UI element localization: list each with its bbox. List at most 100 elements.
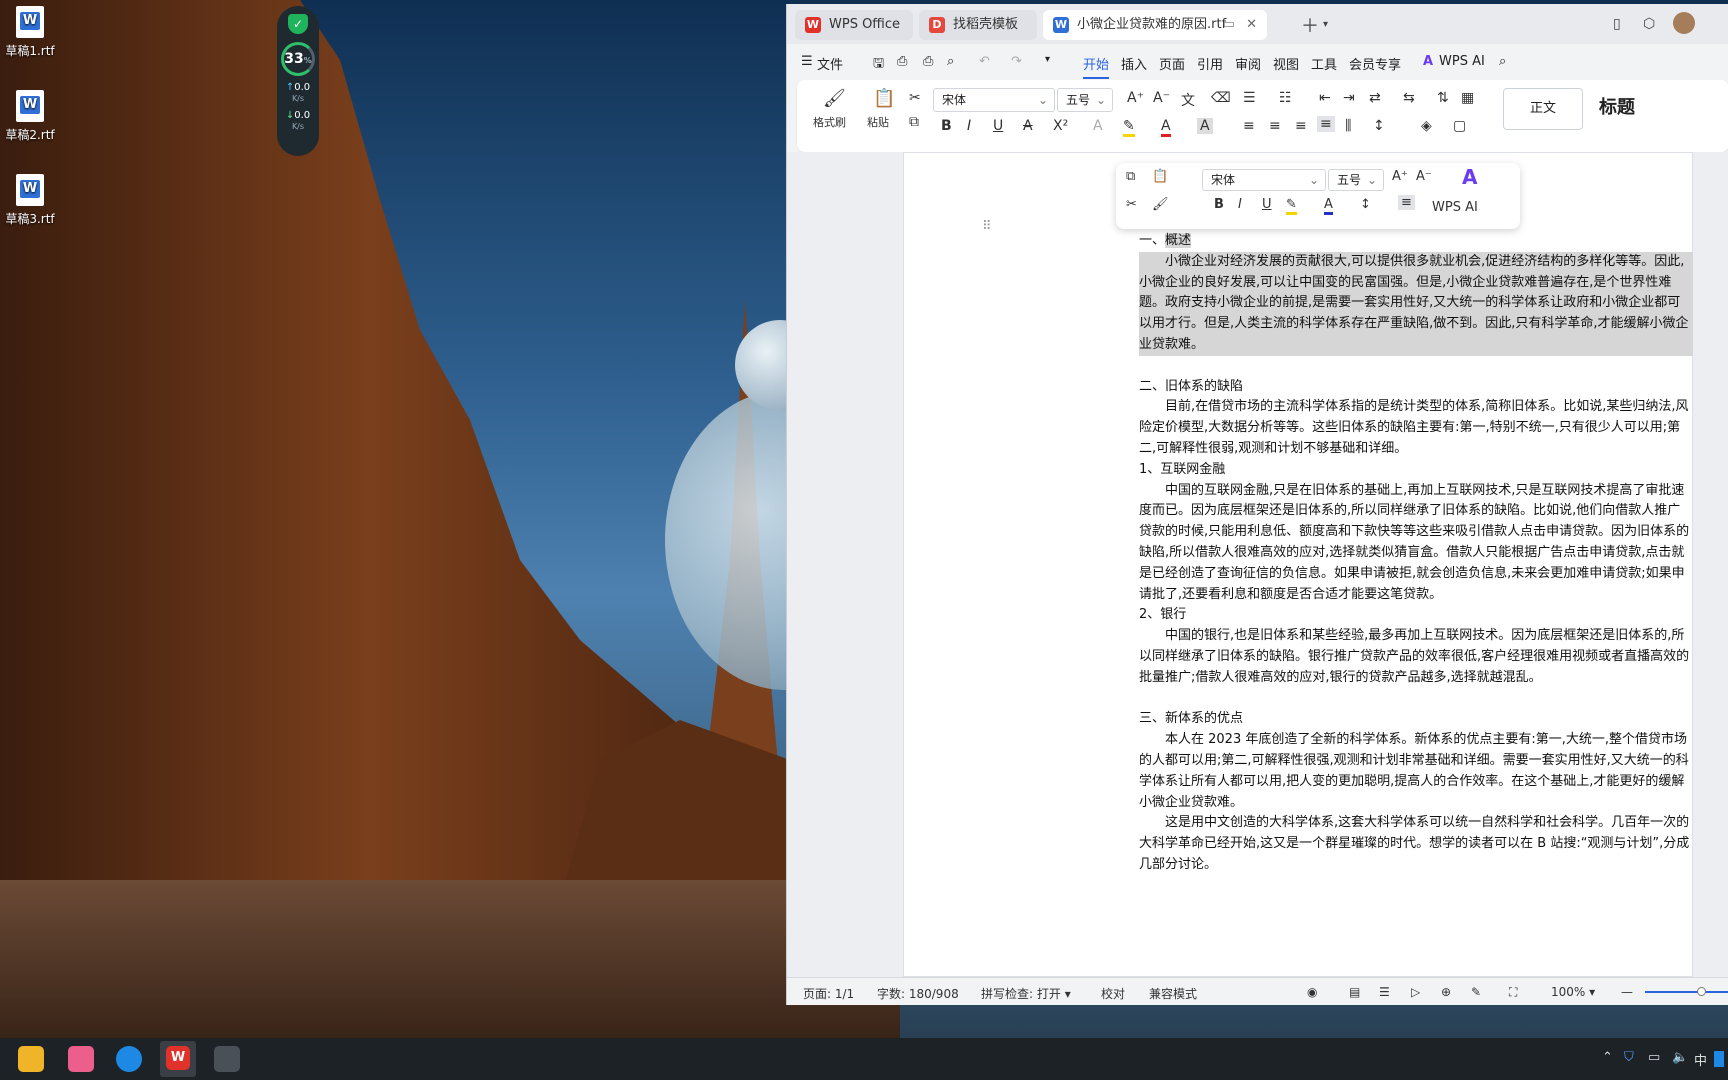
font-color-icon[interactable]: A <box>1161 118 1171 137</box>
fit-screen-icon[interactable]: ⛶ <box>1509 985 1517 1000</box>
sort-icon[interactable]: ⇅ <box>1437 90 1449 106</box>
mini-size-select[interactable]: 五号 ⌄ <box>1328 169 1384 191</box>
tab-wps-office[interactable]: W WPS Office <box>795 10 913 40</box>
wps-taskbar-button[interactable]: W <box>160 1041 196 1077</box>
superscript-icon[interactable]: X² <box>1053 118 1068 134</box>
spell-check-toggle[interactable]: 拼写检查: 打开 ▾ <box>981 985 1071 1002</box>
web-view-icon[interactable]: ⊕ <box>1441 985 1451 999</box>
tab-insert[interactable]: 插入 <box>1121 54 1147 73</box>
highlight-icon[interactable]: ✎ <box>1286 197 1297 215</box>
document-page[interactable]: ⧉ 📋 ✂ 🖌 宋体 ⌄ 五号 ⌄ A⁺ A⁻ A B I U ✎ A ↕ ≡ WP… <box>903 152 1693 977</box>
text-effect-icon[interactable]: A <box>1093 118 1103 134</box>
tab-document[interactable]: W 小微企业贷款难的原因.rtf ▭ ✕ <box>1043 10 1267 40</box>
paste-icon[interactable]: 📋 <box>1152 169 1168 184</box>
tab-home[interactable]: 开始 <box>1083 54 1110 79</box>
paste-button[interactable]: 粘贴 <box>867 114 889 130</box>
underline-icon[interactable]: U <box>1262 197 1272 212</box>
increase-font-icon[interactable]: A⁺ <box>1127 90 1144 106</box>
mini-font-select[interactable]: 宋体 ⌄ <box>1202 169 1326 191</box>
browser-icon[interactable] <box>116 1046 142 1072</box>
play-icon[interactable]: ▷ <box>1411 985 1420 999</box>
hamburger-icon[interactable]: ☰ <box>801 54 813 69</box>
system-monitor-widget[interactable]: ✓ 33% ↑0.0 K/s ↓0.0 K/s <box>277 6 319 156</box>
menu-file[interactable]: 文件 <box>817 54 843 73</box>
font-size-select[interactable]: 五号 ⌄ <box>1057 88 1113 112</box>
border-icon[interactable]: ▢ <box>1453 118 1466 134</box>
font-family-select[interactable]: 宋体 ⌄ <box>933 88 1055 112</box>
notification-icon[interactable] <box>1714 1051 1724 1067</box>
close-tab-icon[interactable]: ✕ <box>1246 10 1257 40</box>
zoom-slider-handle[interactable] <box>1697 987 1706 996</box>
window-icon[interactable]: ▭ <box>1223 10 1235 40</box>
print-icon[interactable]: ⎙ <box>923 54 933 69</box>
tab-references[interactable]: 引用 <box>1197 54 1223 73</box>
line-spacing-icon[interactable]: ↕ <box>1373 118 1385 134</box>
tab-review[interactable]: 审阅 <box>1235 54 1261 73</box>
file-explorer-icon[interactable] <box>18 1046 44 1072</box>
format-painter-button[interactable]: 格式刷 <box>813 114 846 130</box>
bold-icon[interactable]: B <box>941 118 952 134</box>
proofread-button[interactable]: 校对 <box>1101 985 1125 1002</box>
bold-icon[interactable]: B <box>1214 197 1224 212</box>
style-normal[interactable]: 正文 <box>1503 88 1583 130</box>
export-icon[interactable]: ⎙ <box>897 54 907 69</box>
format-painter-icon[interactable]: 🖌 <box>823 88 846 109</box>
desktop-file-draft1[interactable]: 草稿1.rtf <box>0 6 60 59</box>
tab-template-store[interactable]: D 找稻壳模板 <box>919 10 1037 40</box>
distributed-icon[interactable]: ⫼ <box>1345 118 1351 134</box>
highlight-icon[interactable]: ✎ <box>1123 118 1135 137</box>
search-icon[interactable]: ⌕ <box>1499 54 1506 69</box>
wps-ai-logo-icon[interactable]: A <box>1462 165 1477 189</box>
volume-icon[interactable]: 🔈 <box>1672 1050 1688 1065</box>
align-left-icon[interactable]: ≡ <box>1243 118 1255 134</box>
shading-icon[interactable]: ◈ <box>1421 118 1432 134</box>
cube-icon[interactable]: ⬡ <box>1643 16 1655 32</box>
table-icon[interactable]: ▦ <box>1461 90 1474 106</box>
desktop-file-draft3[interactable]: 草稿3.rtf <box>0 174 60 227</box>
italic-icon[interactable]: I <box>1238 197 1242 212</box>
phonetic-icon[interactable]: 文 <box>1181 90 1195 110</box>
print-preview-icon[interactable]: ⌕ <box>947 54 954 69</box>
desktop-file-draft2[interactable]: 草稿2.rtf <box>0 90 60 143</box>
text-direction-icon[interactable]: ⇄ <box>1369 90 1381 106</box>
eye-icon[interactable]: ◉ <box>1307 985 1317 999</box>
word-count[interactable]: 字数: 180/908 <box>877 985 959 1002</box>
avatar[interactable] <box>1673 12 1695 34</box>
tab-membership[interactable]: 会员专享 <box>1349 54 1401 73</box>
drag-handle-icon[interactable]: ⠿ <box>982 219 992 234</box>
wps-ai-button[interactable]: WPS AI <box>1439 54 1485 69</box>
bullet-list-icon[interactable]: ☰ <box>1243 90 1256 106</box>
pen-icon[interactable]: ✎ <box>1471 985 1481 999</box>
clear-format-icon[interactable]: ⌫ <box>1211 90 1231 106</box>
chevron-down-icon[interactable]: ▾ <box>1045 54 1050 65</box>
zoom-slider[interactable] <box>1645 991 1728 993</box>
increase-font-icon[interactable]: A⁺ <box>1392 169 1408 184</box>
format-painter-icon[interactable]: 🖌 <box>1152 197 1169 212</box>
copy-icon[interactable]: ⧉ <box>909 114 919 130</box>
justify-icon[interactable]: ≡ <box>1398 195 1415 210</box>
style-heading[interactable]: 标题 <box>1589 88 1728 130</box>
tab-page[interactable]: 页面 <box>1159 54 1185 73</box>
italic-icon[interactable]: I <box>967 118 971 134</box>
tab-tools[interactable]: 工具 <box>1311 54 1337 73</box>
mini-wps-ai-button[interactable]: WPS AI <box>1432 200 1478 215</box>
swap-icon[interactable]: ⇆ <box>1403 90 1415 106</box>
line-spacing-icon[interactable]: ↕ <box>1360 197 1371 212</box>
ime-indicator[interactable]: 中 <box>1694 1050 1707 1069</box>
undo-icon[interactable]: ↶ <box>979 54 990 69</box>
chevron-down-icon[interactable]: ▾ <box>1323 19 1328 30</box>
save-icon[interactable]: 🖫 <box>873 54 884 76</box>
char-shading-icon[interactable]: A <box>1197 118 1213 134</box>
new-tab-icon[interactable]: ＋ <box>1301 12 1319 38</box>
decrease-font-icon[interactable]: A⁻ <box>1153 90 1170 106</box>
justify-icon[interactable]: ≡ <box>1317 116 1335 132</box>
tool-app-icon[interactable] <box>214 1046 240 1072</box>
chevron-up-icon[interactable]: ⌃ <box>1602 1050 1613 1065</box>
paste-icon[interactable]: 📋 <box>873 88 895 109</box>
redo-icon[interactable]: ↷ <box>1011 54 1022 69</box>
app-icon-pink[interactable] <box>68 1046 94 1072</box>
font-color-icon[interactable]: A <box>1324 197 1333 215</box>
panel-toggle-icon[interactable]: ▯ <box>1613 16 1621 32</box>
network-icon[interactable]: ▭ <box>1648 1050 1660 1065</box>
document-body[interactable]: 一、概述 小微企业对经济发展的贡献很大,可以提供很多就业机会,促进经济结构的多样… <box>1139 231 1693 876</box>
